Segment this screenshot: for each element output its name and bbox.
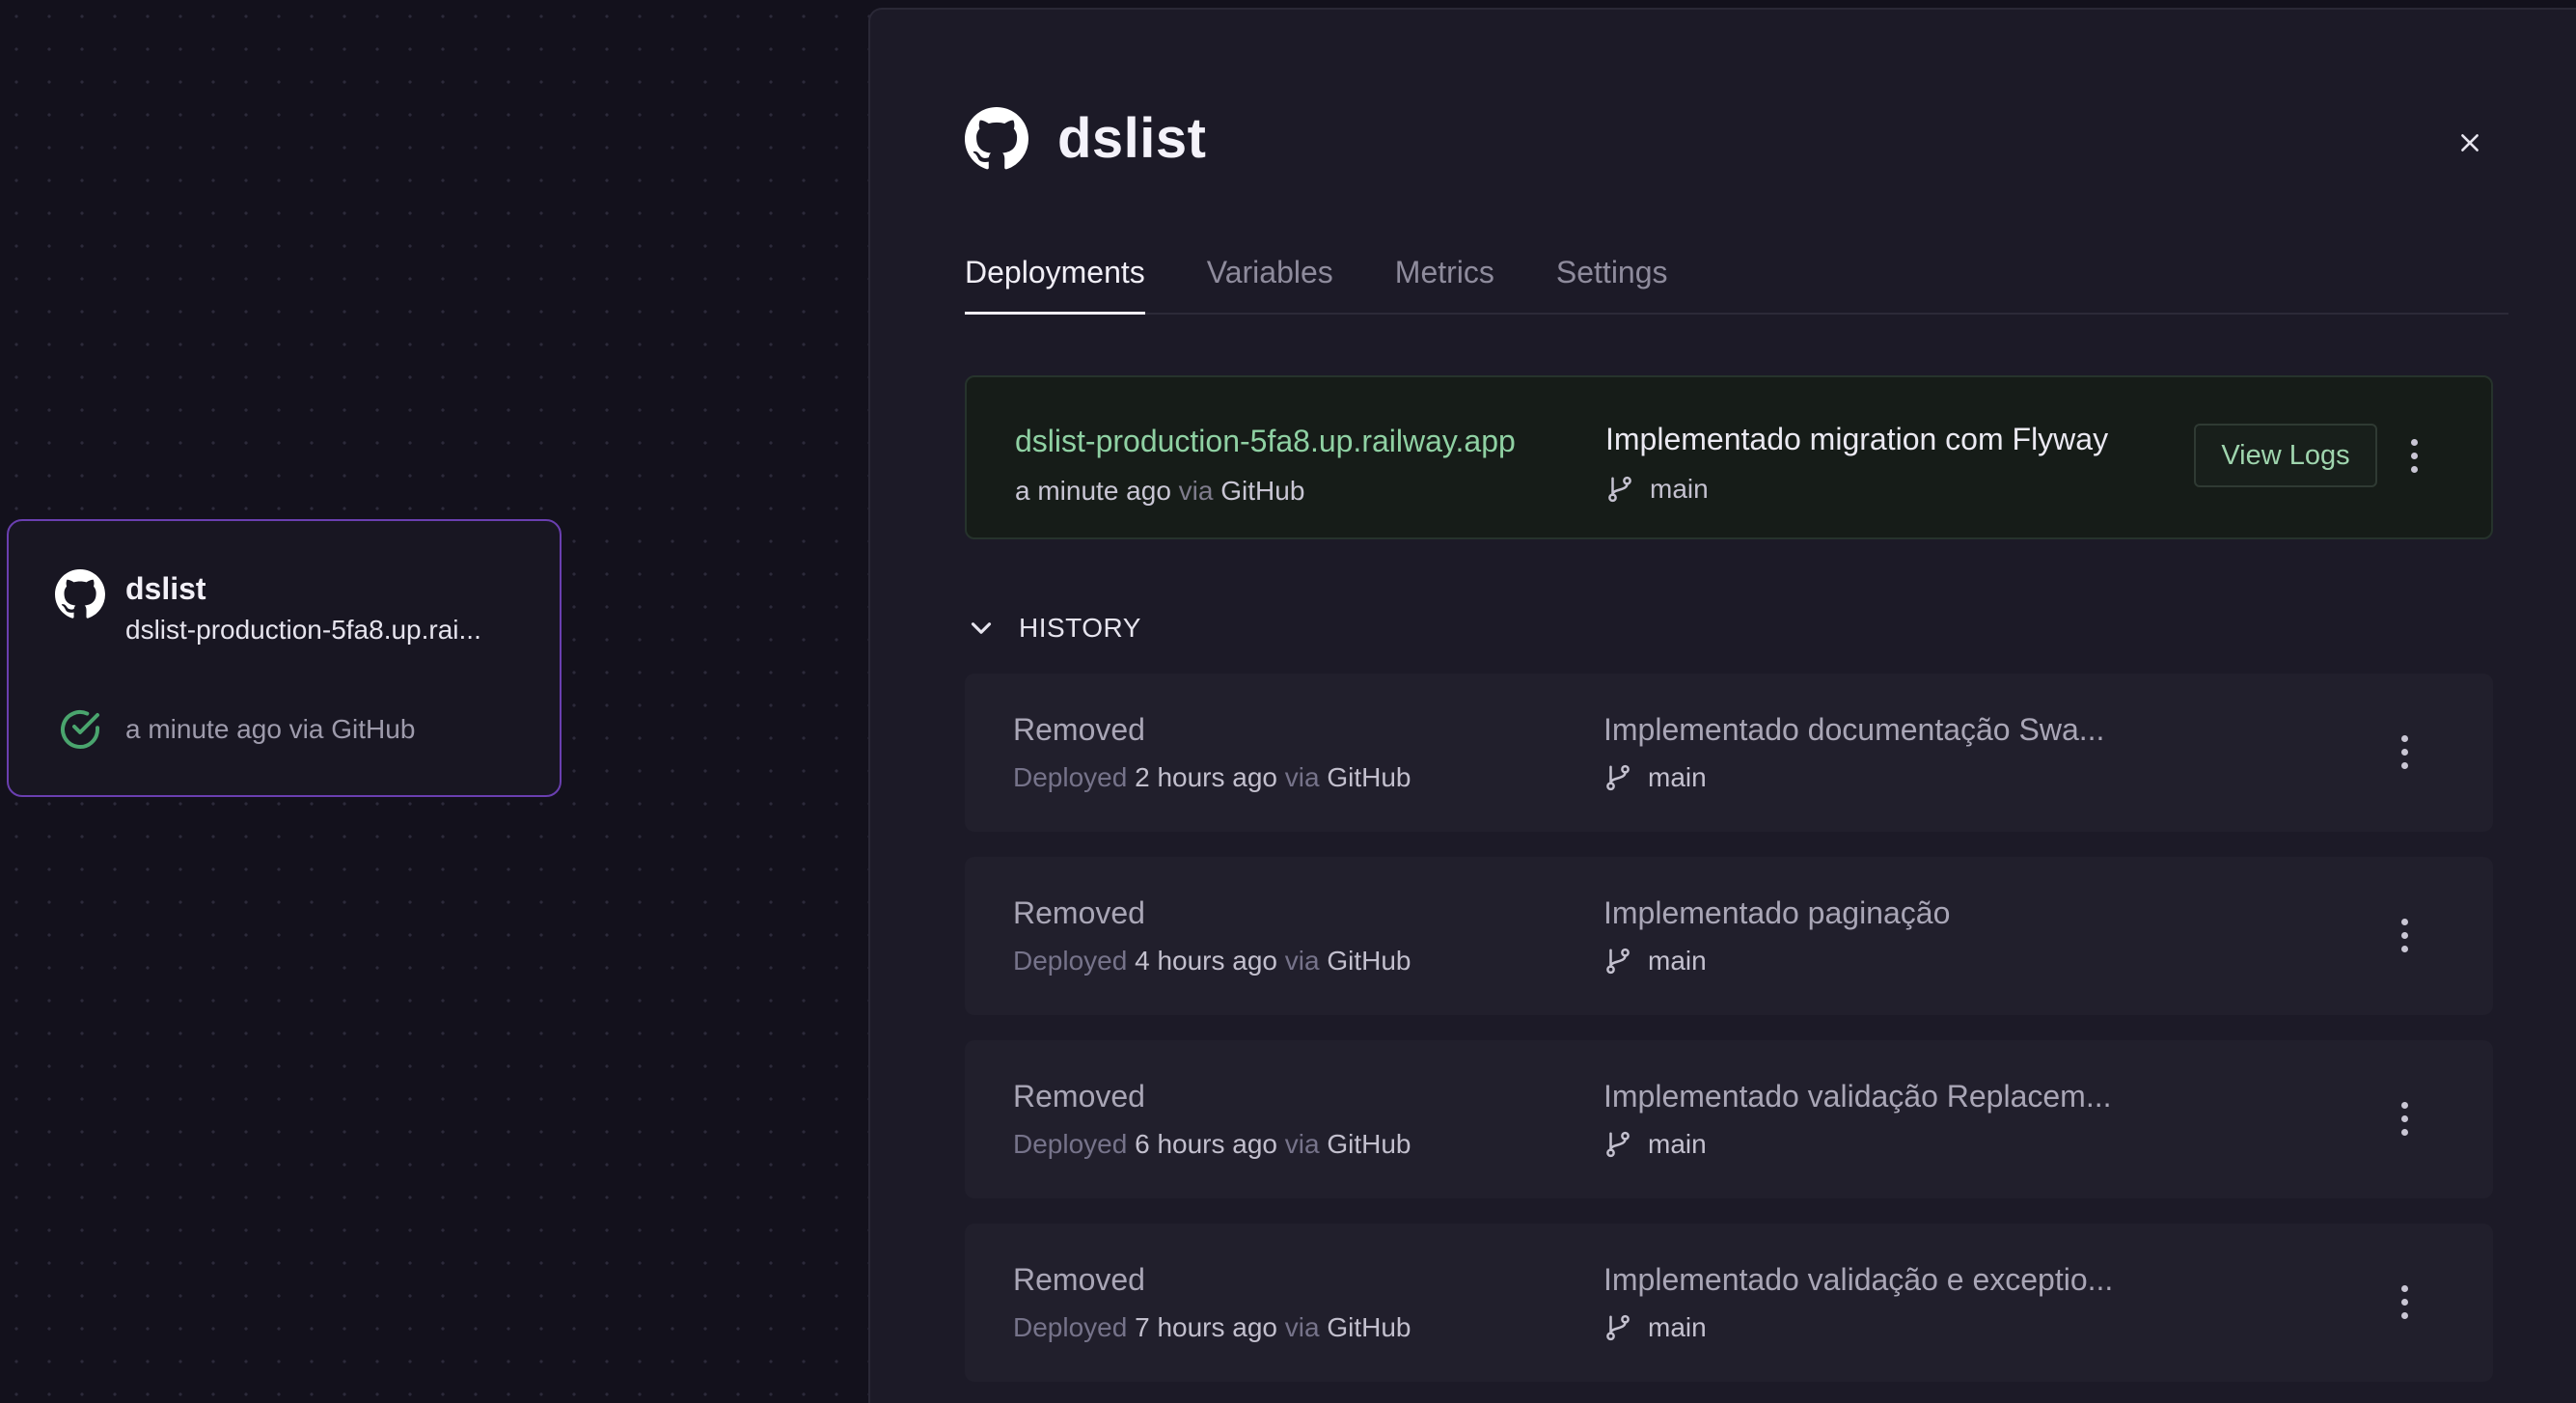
deployment-status: Removed	[1013, 1262, 1145, 1297]
commit-message: Implementado validação Replacem...	[1603, 1079, 2112, 1114]
panel-header: dslist	[965, 106, 1207, 171]
tab-variables[interactable]: Variables	[1207, 241, 1333, 315]
deployment-source: GitHub	[1327, 762, 1411, 792]
branch-label: main	[1603, 1312, 1707, 1343]
deployed-prefix: Deployed	[1013, 762, 1128, 792]
active-deployment-card[interactable]: dslist-production-5fa8.up.railway.app a …	[965, 375, 2493, 539]
deployment-meta: Deployed 6 hours ago via GitHub	[1013, 1129, 1411, 1160]
deployment-domain-link[interactable]: dslist-production-5fa8.up.railway.app	[1015, 424, 1560, 459]
deployment-source: GitHub	[1327, 1129, 1411, 1159]
deployment-status: Removed	[1013, 895, 1145, 930]
branch-label: main	[1603, 1129, 1707, 1160]
tab-deployments[interactable]: Deployments	[965, 241, 1145, 315]
deployment-source: GitHub	[1327, 1312, 1411, 1342]
more-options-icon[interactable]	[2395, 911, 2414, 959]
deployment-status: Removed	[1013, 1079, 1145, 1114]
check-circle-icon	[61, 710, 99, 749]
deployment-meta: Deployed 4 hours ago via GitHub	[1013, 946, 1411, 977]
deployment-time: 2 hours ago	[1135, 762, 1277, 792]
deployment-via: via	[1284, 946, 1320, 976]
github-icon	[55, 569, 105, 619]
tab-metrics[interactable]: Metrics	[1395, 241, 1494, 315]
branch-name: main	[1650, 474, 1709, 504]
deployment-via: via	[1178, 476, 1214, 506]
deployment-meta: Deployed 2 hours ago via GitHub	[1013, 762, 1411, 793]
service-card[interactable]: dslist dslist-production-5fa8.up.rai... …	[7, 519, 562, 797]
service-url: dslist-production-5fa8.up.rai...	[125, 615, 481, 645]
git-branch-icon	[1608, 476, 1631, 503]
close-button[interactable]	[2449, 122, 2491, 164]
github-icon	[965, 106, 1028, 169]
deployed-prefix: Deployed	[1013, 1129, 1128, 1159]
deployment-time: a minute ago	[1015, 476, 1171, 506]
branch-label: main	[1603, 946, 1707, 977]
deployment-meta: Deployed 7 hours ago via GitHub	[1013, 1312, 1411, 1343]
deployed-prefix: Deployed	[1013, 1312, 1128, 1342]
tab-settings[interactable]: Settings	[1556, 241, 1668, 315]
branch-name: main	[1648, 762, 1707, 792]
commit-message: Implementado migration com Flyway	[1605, 422, 2109, 456]
history-row[interactable]: Removed Deployed 7 hours ago via GitHub …	[965, 1224, 2493, 1382]
branch-name: main	[1648, 946, 1707, 976]
deployment-source: GitHub	[1327, 946, 1411, 976]
deployed-prefix: Deployed	[1013, 946, 1128, 976]
service-panel: dslist Deployments Variables Metrics Set…	[868, 8, 2576, 1403]
git-branch-icon	[1606, 1314, 1630, 1341]
close-icon	[2461, 134, 2479, 151]
deployment-source: GitHub	[1220, 476, 1305, 506]
deployment-status: Removed	[1013, 712, 1145, 747]
history-toggle[interactable]: HISTORY	[965, 612, 1141, 645]
deployment-time: 4 hours ago	[1135, 946, 1277, 976]
branch-label: main	[1603, 762, 1707, 793]
service-status-text: a minute ago via GitHub	[125, 714, 416, 744]
more-options-icon[interactable]	[2395, 1094, 2414, 1142]
git-branch-icon	[1606, 1131, 1630, 1158]
git-branch-icon	[1606, 948, 1630, 975]
history-row[interactable]: Removed Deployed 6 hours ago via GitHub …	[965, 1040, 2493, 1198]
branch-label: main	[1605, 474, 1709, 505]
commit-message: Implementado validação e exceptio...	[1603, 1262, 2114, 1297]
commit-message: Implementado documentação Swa...	[1603, 712, 2105, 747]
history-row[interactable]: Removed Deployed 4 hours ago via GitHub …	[965, 857, 2493, 1015]
commit-message: Implementado paginação	[1603, 895, 1951, 930]
git-branch-icon	[1606, 764, 1630, 791]
deployment-time: 6 hours ago	[1135, 1129, 1277, 1159]
service-name: dslist	[125, 571, 206, 606]
deployment-via: via	[1284, 1129, 1320, 1159]
more-options-icon[interactable]	[2395, 728, 2414, 776]
branch-name: main	[1648, 1129, 1707, 1159]
deployment-time: 7 hours ago	[1135, 1312, 1277, 1342]
more-options-icon[interactable]	[2404, 431, 2424, 480]
history-label: HISTORY	[1019, 613, 1141, 643]
branch-name: main	[1648, 1312, 1707, 1342]
deployment-via: via	[1284, 762, 1320, 792]
deployment-meta: a minute ago via GitHub	[1015, 476, 1304, 507]
tab-bar: Deployments Variables Metrics Settings	[965, 241, 2508, 315]
history-row[interactable]: Removed Deployed 2 hours ago via GitHub …	[965, 674, 2493, 832]
view-logs-button[interactable]: View Logs	[2194, 424, 2377, 487]
panel-title: dslist	[1057, 107, 1207, 170]
more-options-icon[interactable]	[2395, 1278, 2414, 1326]
chevron-down-icon	[971, 622, 992, 634]
deployment-via: via	[1284, 1312, 1320, 1342]
